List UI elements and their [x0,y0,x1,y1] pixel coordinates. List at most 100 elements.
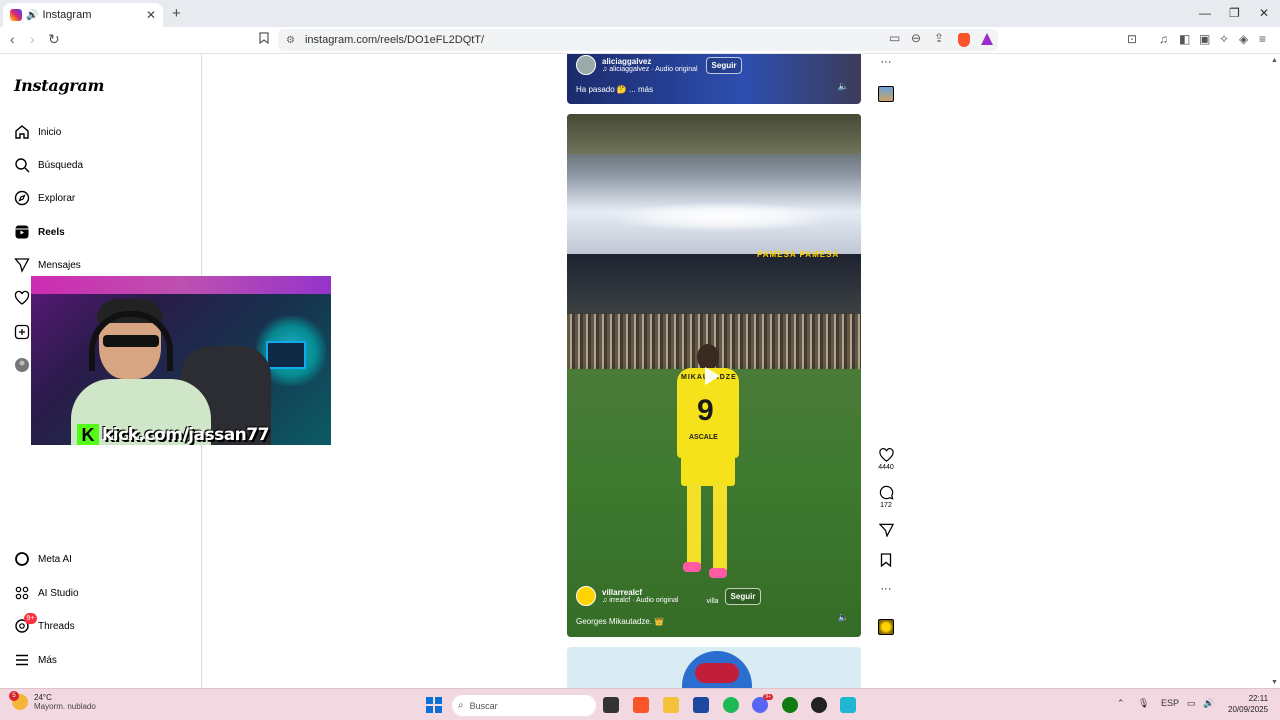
taskbar-clock[interactable]: 22:11 20/09/2025 [1228,693,1268,715]
reels-icon [14,224,30,240]
instagram-logo[interactable]: Instagram [14,76,104,95]
sidebar-item-inicio[interactable]: Inicio [14,121,61,143]
profile-avatar [14,357,30,373]
url-text: instagram.com/reels/DO1eFL2DQtT/ [304,34,485,46]
show-hidden-icons-icon[interactable]: ⌃ [1117,698,1125,709]
minimize-icon[interactable]: — [1199,6,1211,20]
site-settings-icon[interactable]: ⚙ [286,35,295,46]
taskbar-search[interactable]: ⌕ Buscar [452,695,596,716]
reload-icon[interactable]: ↻ [48,31,60,48]
share-icon[interactable]: ⇪ [934,31,944,45]
comment-button[interactable] [876,485,896,500]
scroll-up-icon[interactable]: ▲ [1271,57,1278,64]
search-icon [14,157,30,173]
vpn-icon[interactable]: ◈ [1239,32,1248,46]
follow-button[interactable]: Seguir [724,587,762,605]
forward-icon[interactable]: › [30,31,35,47]
network-icon[interactable]: ▭ [1187,698,1196,709]
sidebar-item-busqueda[interactable]: Búsqueda [14,154,83,176]
reader-mode-icon[interactable]: ▭ [889,31,900,45]
sidebar-item-threads[interactable]: 9+ Threads [14,613,75,637]
comments-count: 172 [880,502,892,509]
audio-thumbnail[interactable] [878,619,894,635]
reel-extra-label: villa [706,597,719,605]
start-button[interactable] [426,697,442,713]
kick-channel-text: kick.com/jassan77 [102,425,269,445]
reel-more-options-top[interactable]: ··· [876,56,896,68]
sidebar-item-meta-ai[interactable]: Meta AI [14,548,72,570]
reel-previous[interactable]: aliciaggalvez ♫ aliciaggalvez · Audio or… [567,54,861,104]
plus-icon[interactable]: + [172,5,181,22]
steam-icon[interactable] [811,697,827,713]
share-button[interactable] [876,523,896,537]
close-tab-icon[interactable]: ✕ [146,8,156,22]
heart-icon [878,448,894,462]
avatar[interactable] [576,55,596,75]
brave-app-icon[interactable] [633,697,649,713]
speaker-icon[interactable]: 🔈 [838,612,849,623]
discord-icon[interactable]: 9+ [752,694,773,713]
weather-widget[interactable]: 5 24°C Mayorm. nublado [9,691,96,711]
browser-tab[interactable]: 🔊 Instagram ✕ [3,3,163,27]
reel-current[interactable]: PAMESA PAMESA MIKAUTADZE 9 ASCALE villar… [567,114,861,637]
sidebar-toggle-icon[interactable]: ◧ [1179,32,1190,46]
save-button[interactable] [876,553,896,567]
back-icon[interactable]: ‹ [10,31,15,47]
reel-audio[interactable]: ♫ aliciaggalvez · Audio original [602,66,698,73]
sidebar-item-label: Explorar [38,192,76,204]
file-explorer-icon[interactable] [663,697,679,713]
reel-caption[interactable]: Georges Mikautadze. 👑 [576,617,664,626]
sidebar-item-explorar[interactable]: Explorar [14,187,75,209]
like-button[interactable] [876,448,896,462]
sidebar-item-mensajes[interactable]: Mensajes [14,254,81,276]
speaker-icon[interactable]: 🔊 [26,10,38,21]
weather-icon: 5 [9,691,28,710]
clock-time: 22:11 [1248,694,1269,703]
tab-search-icon[interactable]: ⊡ [1127,32,1137,46]
sidebar-item-reels[interactable]: Reels [14,221,65,243]
brave-shields-icon[interactable] [958,33,970,47]
follow-button[interactable]: Seguir [705,56,743,74]
leo-ai-icon[interactable]: ✧ [1219,32,1229,46]
music-icon[interactable]: ♫ [1159,32,1168,46]
reel-username[interactable]: aliciaggalvez [602,57,698,66]
brave-rewards-icon[interactable] [981,33,993,45]
close-window-icon[interactable]: ✕ [1259,6,1269,20]
spotify-icon[interactable] [723,697,739,713]
menu-icon[interactable]: ≡ [1259,32,1266,46]
kick-watermark: K kick.com/jassan77 [77,424,269,445]
more-icon[interactable]: ··· [876,56,896,68]
bookmark-icon [880,553,892,567]
shirt-sponsor: ASCALE [689,434,718,441]
sidebar-item-label: Meta AI [38,553,72,565]
audio-thumbnail[interactable] [878,86,894,102]
reel-next[interactable] [567,647,861,688]
reel-caption[interactable]: Ha pasado 🤔 ... más [576,85,653,94]
notepad-icon[interactable] [840,697,856,713]
play-icon[interactable] [705,367,720,385]
meta-ai-icon [14,551,30,567]
task-view-icon[interactable] [603,697,619,713]
restore-icon[interactable]: ❐ [1229,6,1240,20]
heart-icon [14,290,30,306]
zoom-icon[interactable]: ⊖ [911,31,921,45]
language-indicator[interactable]: ESP [1161,698,1179,708]
volume-icon[interactable]: 🔊 [1203,698,1214,709]
reel-username[interactable]: villarrealcf [602,588,678,597]
speaker-icon[interactable]: 🔈 [838,81,849,92]
sidebar-item-mas[interactable]: Más [14,649,57,671]
weather-condition: Mayorm. nublado [34,702,96,711]
send-icon [14,257,30,273]
microphone-icon[interactable]: 🎙 [1138,698,1149,709]
wallet-icon[interactable]: ▣ [1199,32,1210,46]
sidebar-item-ai-studio[interactable]: AI Studio [14,582,79,604]
weather-badge: 5 [9,691,19,701]
reel-audio[interactable]: ♫ irrealcf · Audio original [602,597,678,604]
store-icon[interactable] [693,697,709,713]
scroll-down-icon[interactable]: ▼ [1271,679,1278,686]
xbox-icon[interactable] [782,697,798,713]
avatar[interactable] [576,586,596,606]
more-icon[interactable]: ··· [876,583,896,595]
sidebar-item-label: Más [38,654,57,666]
bookmark-icon[interactable] [259,31,269,47]
